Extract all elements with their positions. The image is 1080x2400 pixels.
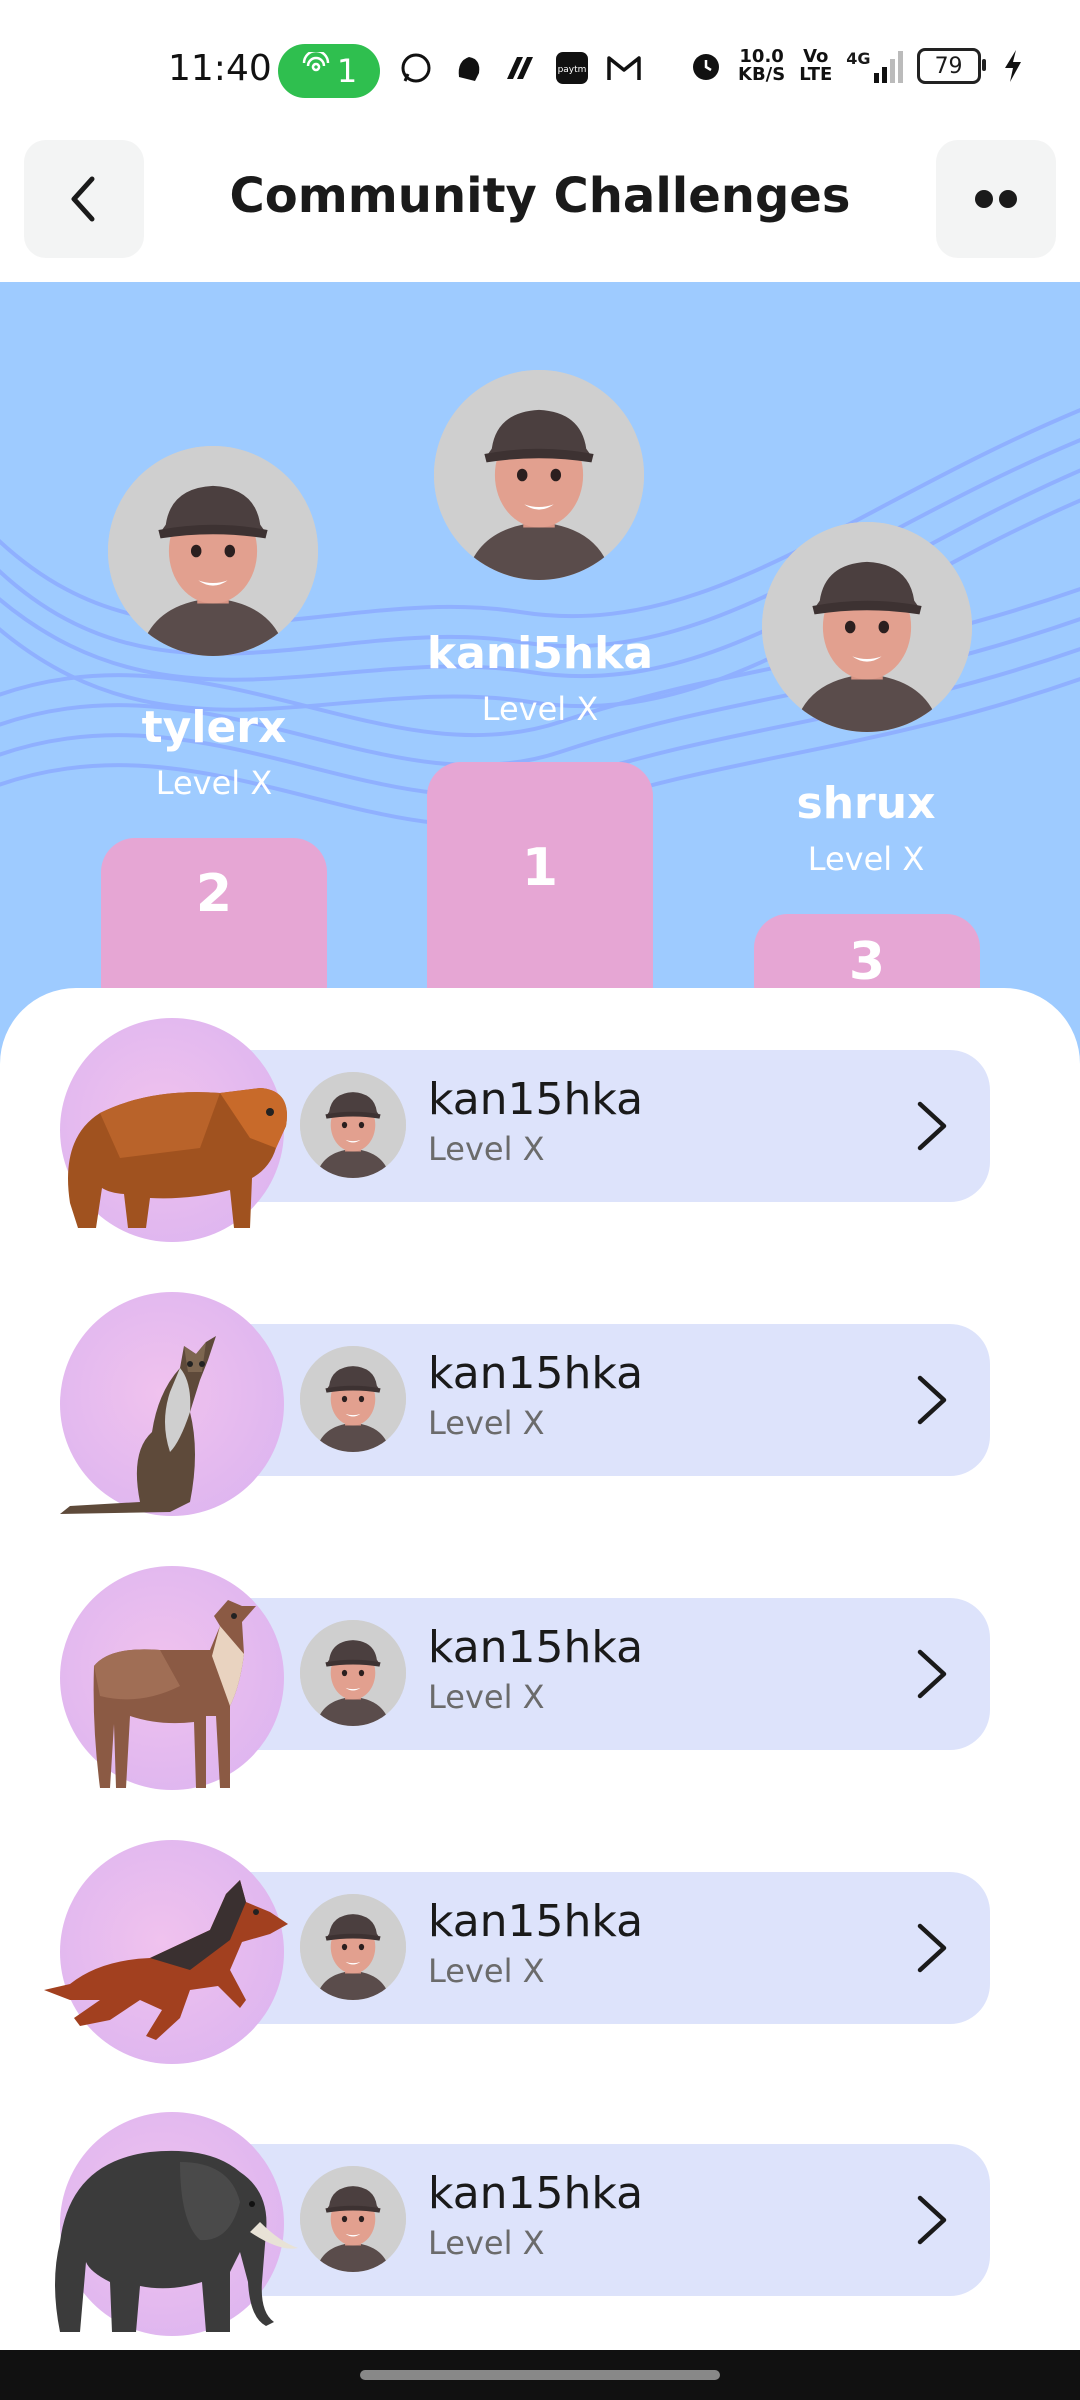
list-item-level: Level X xyxy=(428,1952,545,1990)
status-bar: 11:40 1 paytm 10.0 KB/S Vo LTE 4G 79 xyxy=(0,0,1080,140)
list-item-level: Level X xyxy=(428,1130,545,1168)
podium-avatar-3[interactable] xyxy=(762,522,972,732)
more-options-button[interactable] xyxy=(936,140,1056,258)
status-time: 11:40 xyxy=(168,48,272,89)
notification-icon xyxy=(450,50,486,86)
page-title: Community Challenges xyxy=(229,168,851,224)
podium-name-2: tylerx xyxy=(141,702,287,753)
list-item-level: Level X xyxy=(428,1404,545,1442)
dog-icon xyxy=(44,1880,288,2040)
list-item-name: kan15hka xyxy=(428,1348,644,1399)
elephant-icon xyxy=(55,2150,298,2332)
whatsapp-icon xyxy=(398,50,434,86)
paytm-icon: paytm xyxy=(554,50,590,86)
list-item-avatar xyxy=(300,1620,406,1726)
list-item-avatar xyxy=(300,1072,406,1178)
list-item-level: Level X xyxy=(428,2224,545,2262)
notification-icons: paytm xyxy=(398,50,642,86)
alarm-icon xyxy=(688,48,724,84)
list-item[interactable]: kan15hka Level X xyxy=(0,2112,1080,2342)
list-item-name: kan15hka xyxy=(428,2168,644,2219)
list-item[interactable]: kan15hka Level X xyxy=(0,1292,1080,1522)
system-nav-bar xyxy=(0,2350,1080,2400)
podium-level-2: Level X xyxy=(155,764,273,802)
podium-name-3: shrux xyxy=(796,778,936,829)
list-item[interactable]: kan15hka Level X xyxy=(0,1566,1080,1796)
podium-level-1: Level X xyxy=(481,690,599,728)
more-dots-icon xyxy=(975,190,1017,208)
list-item-name: kan15hka xyxy=(428,1896,644,1947)
list-item-level: Level X xyxy=(428,1678,545,1716)
signal-icon: 4G xyxy=(846,49,903,83)
list-item[interactable]: kan15hka Level X xyxy=(0,1840,1080,2070)
deer-icon xyxy=(93,1600,256,1788)
chevron-right-icon xyxy=(912,1646,952,1702)
bear-icon xyxy=(68,1088,287,1228)
cat-icon xyxy=(60,1336,216,1514)
podium-avatar-2[interactable] xyxy=(108,446,318,656)
list-item-avatar xyxy=(300,1894,406,2000)
podium-name-1: kani5hka xyxy=(426,628,654,679)
net-speed: 10.0 KB/S xyxy=(738,46,786,85)
gmail-icon xyxy=(606,50,642,86)
podium-avatar-1[interactable] xyxy=(434,370,644,580)
list-item-avatar xyxy=(300,1346,406,1452)
chevron-right-icon xyxy=(912,1372,952,1428)
hotspot-icon xyxy=(301,49,331,90)
app-header: Community Challenges xyxy=(0,140,1080,282)
list-item-name: kan15hka xyxy=(428,1074,644,1125)
chevron-right-icon xyxy=(912,2192,952,2248)
app-icon xyxy=(502,50,538,86)
list-item-name: kan15hka xyxy=(428,1622,644,1673)
chevron-right-icon xyxy=(912,1920,952,1976)
chevron-right-icon xyxy=(912,1098,952,1154)
battery-icon: 79 xyxy=(916,48,986,84)
home-gesture-handle[interactable] xyxy=(360,2370,720,2380)
svg-text:paytm: paytm xyxy=(558,65,587,75)
hotspot-count: 1 xyxy=(336,52,358,90)
charging-icon xyxy=(995,48,1031,84)
list-item[interactable]: kan15hka Level X xyxy=(0,1018,1080,1248)
leaderboard-list: kan15hka Level X kan15hka Level X kan15h… xyxy=(0,988,1080,2350)
volte-label: Vo LTE xyxy=(799,46,833,85)
system-icons: 10.0 KB/S Vo LTE 4G 79 xyxy=(688,48,1031,84)
list-item-avatar xyxy=(300,2166,406,2272)
hotspot-indicator: 1 xyxy=(278,44,380,98)
podium-level-3: Level X xyxy=(807,840,925,878)
